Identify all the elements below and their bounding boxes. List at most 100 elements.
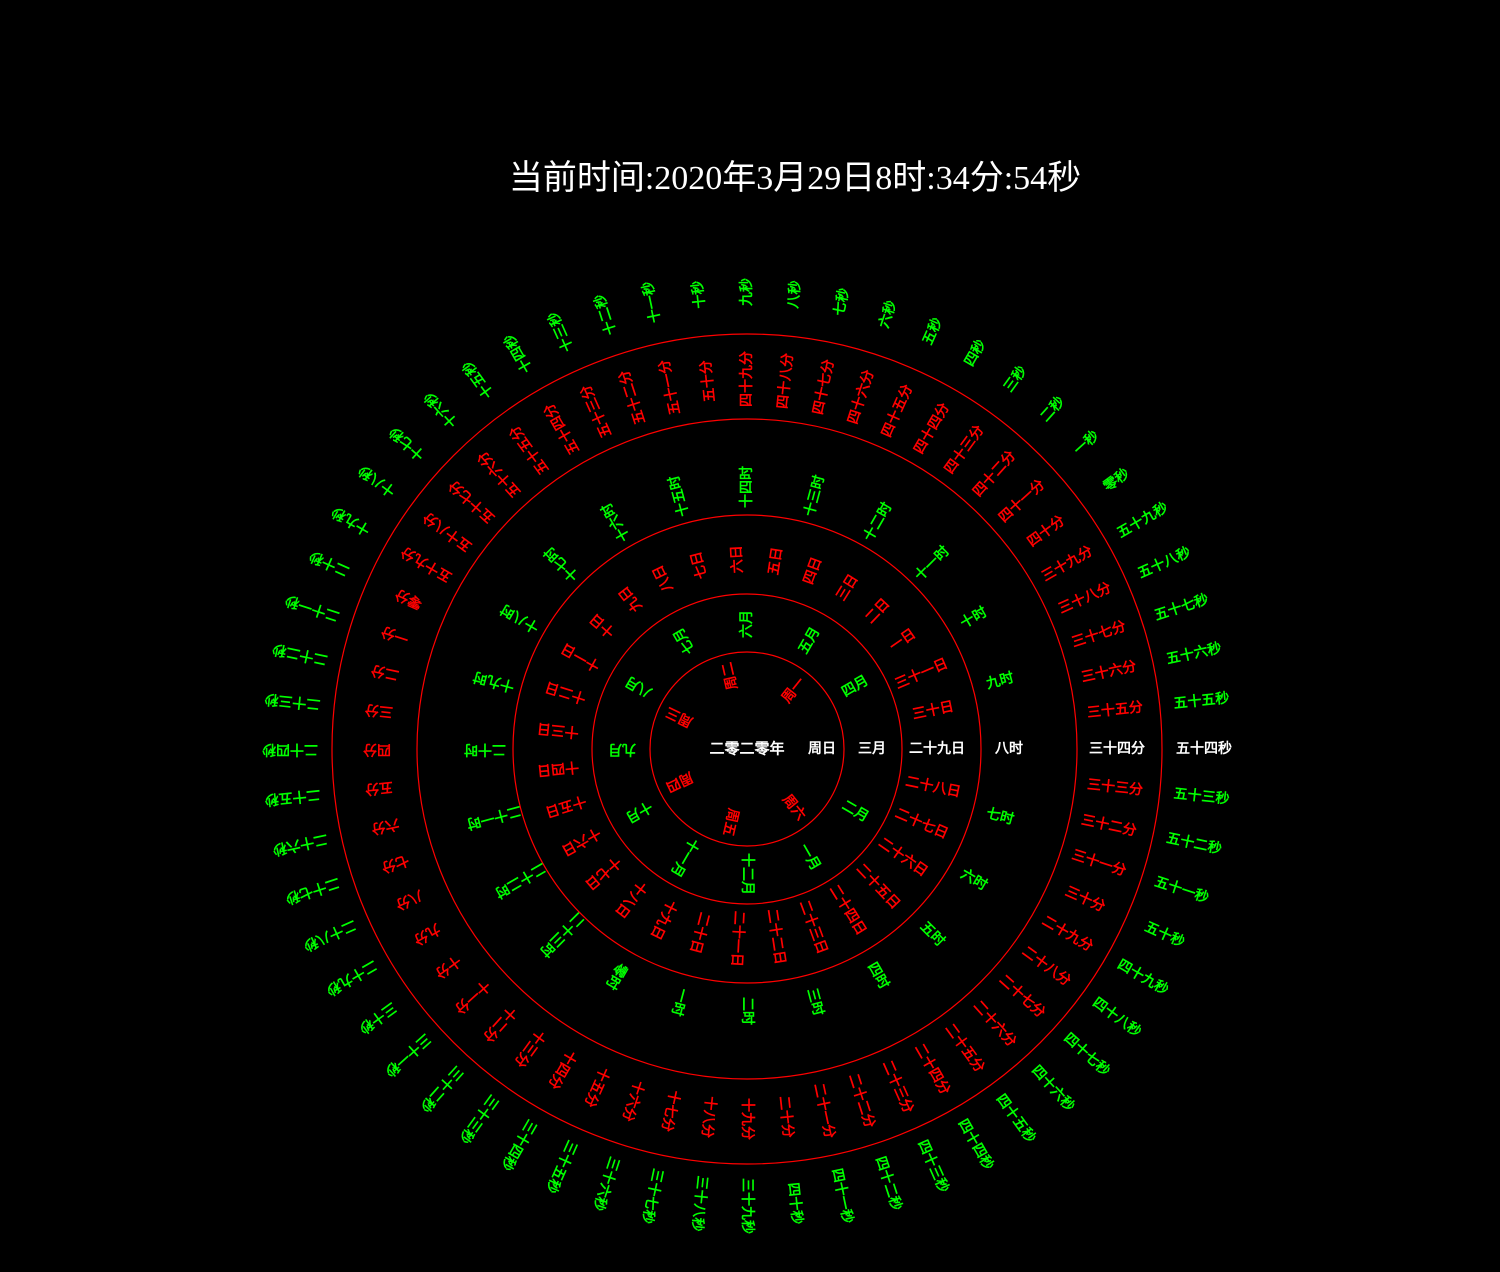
- second-label: 四十六秒: [1028, 1062, 1078, 1115]
- minute-label: 四十三分: [941, 422, 988, 477]
- second-label: 五秒: [919, 315, 946, 347]
- second-label: 四十七秒: [1060, 1029, 1113, 1079]
- day-label: 十六日: [559, 824, 604, 859]
- hour-label: 十八时: [497, 601, 542, 637]
- minute-label: 五十八分: [420, 509, 475, 556]
- minute-label: 四分: [363, 741, 391, 757]
- second-label: 十七秒: [386, 423, 429, 464]
- second-label: 四十八秒: [1089, 994, 1144, 1041]
- minute-label: 二十一分: [810, 1082, 838, 1140]
- minute-label: 三十六分: [1080, 657, 1138, 685]
- second-label: 二十五秒: [264, 786, 321, 809]
- day-label: 十三日: [536, 720, 580, 741]
- weekday-label: 周四: [663, 768, 695, 795]
- minute-label: 十八分: [698, 1095, 719, 1139]
- second-label: 五十三秒: [1173, 785, 1230, 808]
- second-label: 十二秒: [591, 292, 620, 337]
- day-label: 十五日: [543, 792, 588, 821]
- minute-label: 四十八分: [774, 352, 797, 409]
- day-label: 十八日: [612, 878, 651, 922]
- minute-label: 八分: [393, 886, 426, 912]
- hour-label: 五时: [917, 918, 949, 950]
- hour-label: 十六时: [598, 500, 634, 545]
- minute-label: 三十八分: [1056, 579, 1114, 617]
- second-label: 三十八秒: [688, 1175, 711, 1232]
- minute-label: 五十九分: [398, 543, 455, 586]
- day-label: 三日: [833, 572, 861, 604]
- second-label: 三秒: [1000, 363, 1030, 396]
- minute-label: 五十六分: [474, 448, 524, 501]
- hour-label: 十四时: [738, 466, 755, 508]
- day-label: 二日: [862, 596, 893, 627]
- minute-label: 四十六分: [844, 368, 877, 427]
- second-label: 十秒: [689, 280, 709, 310]
- second-label: 七秒: [830, 286, 852, 317]
- minute-label: 三十三分: [1086, 776, 1143, 799]
- minute-label: 五十三分: [577, 382, 615, 440]
- hour-label: 十五时: [665, 474, 692, 519]
- second-label: 四十四秒: [955, 1116, 998, 1173]
- text-clock: 周一 周二周三周四周五 周六 周日一月二月 三月 四月五月 六月七月八月九月十月十一月 十二月…: [262, 278, 1232, 1234]
- day-label: 十七日: [582, 853, 625, 893]
- second-label: 十一秒: [639, 280, 664, 325]
- minute-label: 六分: [370, 815, 401, 837]
- second-label: 二十九秒: [323, 957, 380, 1000]
- hour-label: 二时: [739, 997, 756, 1025]
- hour-label: 二十一时: [465, 802, 523, 833]
- second-label: 三十七秒: [638, 1167, 666, 1225]
- minute-label: 五分: [364, 778, 394, 797]
- hour-label: 十九时: [471, 668, 516, 695]
- day-label: 二十三日: [796, 898, 831, 956]
- hour-label: 四时: [864, 959, 893, 992]
- second-label-active: 五十四秒: [1176, 740, 1232, 757]
- second-label: 二十秒: [307, 547, 352, 580]
- month-label: 十一月: [667, 835, 703, 880]
- minute-label: 十五分: [581, 1065, 614, 1110]
- second-label: 零秒: [1099, 465, 1132, 496]
- second-label: 五十六秒: [1165, 639, 1223, 667]
- minute-label: 十三分: [511, 1027, 549, 1071]
- second-label: 二十二秒: [271, 640, 329, 668]
- minute-label: 三十分: [1063, 883, 1108, 916]
- hour-label: 十三时: [801, 473, 828, 518]
- second-label: 六秒: [875, 298, 900, 330]
- day-label: 五日: [766, 546, 786, 576]
- day-label: 四日: [801, 555, 826, 587]
- day-label: 二十一日: [728, 910, 748, 967]
- second-label: 五十七秒: [1152, 591, 1211, 624]
- day-label: 十一日: [558, 640, 603, 675]
- day-label: 七日: [688, 550, 711, 581]
- second-label: 四十秒: [785, 1182, 806, 1226]
- second-label: 四十九秒: [1115, 956, 1172, 999]
- second-label: 十三秒: [544, 309, 577, 354]
- second-label: 二十四秒: [262, 741, 318, 758]
- day-label: 六日: [728, 545, 746, 574]
- minute-label: 四十二分: [969, 447, 1019, 500]
- hour-label: 二十二时: [492, 859, 549, 902]
- second-label: 五十九秒: [1114, 499, 1171, 542]
- second-label: 三十三秒: [455, 1091, 502, 1146]
- weekday-label: 周一: [779, 674, 809, 706]
- minute-label: 四十五分: [878, 382, 916, 440]
- day-label: 二十七日: [893, 805, 951, 843]
- second-label: 五十八秒: [1135, 543, 1193, 581]
- minute-label: 五十四分: [540, 400, 583, 457]
- minute-label: 二十三分: [879, 1058, 917, 1116]
- minute-label: 五十七分: [445, 477, 498, 527]
- hour-label-active: 八时: [994, 740, 1023, 757]
- weekday-label: 周二: [719, 660, 741, 691]
- minute-label: 三十五分: [1086, 698, 1143, 721]
- month-label: 五月: [796, 625, 824, 657]
- second-label: 三十六秒: [590, 1154, 623, 1213]
- minute-label: 十六分: [619, 1078, 648, 1123]
- minute-label: 三十七分: [1069, 617, 1128, 650]
- day-label: 九日: [616, 583, 646, 616]
- second-label: 四十三秒: [914, 1137, 952, 1195]
- day-label-active: 二十九日: [909, 740, 965, 757]
- month-label: 二月: [839, 798, 871, 826]
- minute-label: 四十四分: [910, 400, 953, 457]
- day-label: 十四日: [536, 758, 580, 779]
- day-label: 十日: [586, 610, 618, 641]
- month-label: 七月: [671, 625, 699, 657]
- minute-label: 四十九分: [738, 351, 755, 407]
